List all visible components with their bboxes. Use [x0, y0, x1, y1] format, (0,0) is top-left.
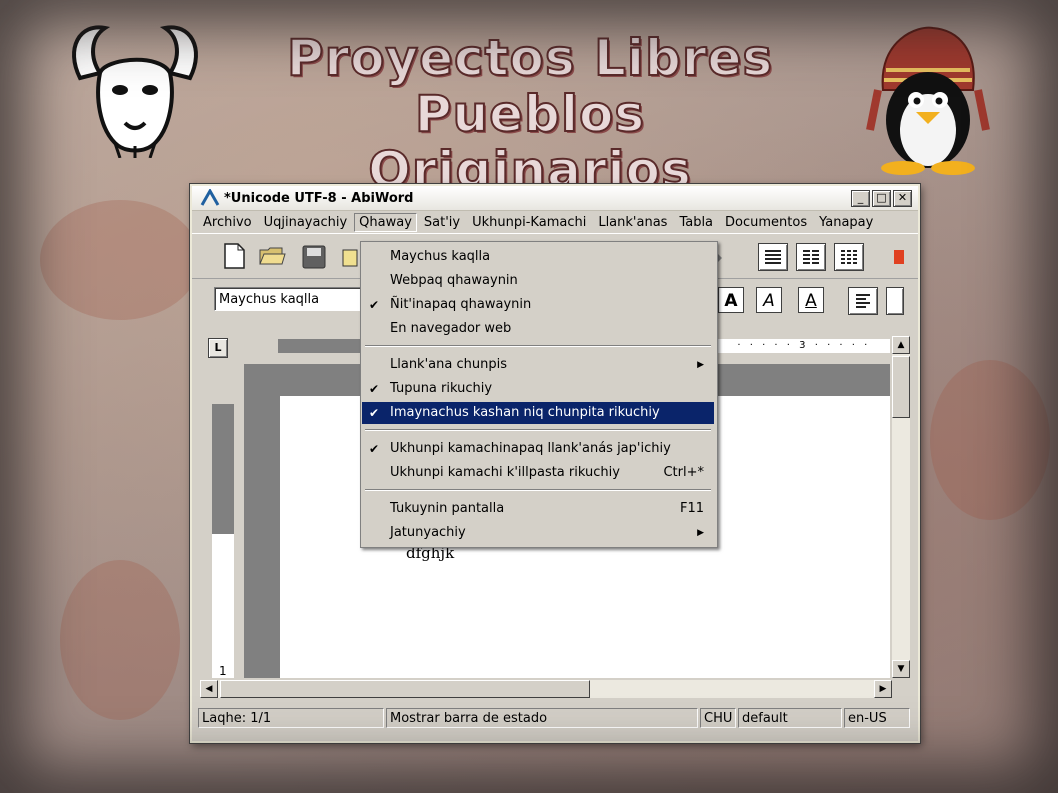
- submenu-arrow-icon: ▶: [697, 360, 704, 370]
- menu-item-maychus-kaqlla[interactable]: Maychus kaqlla: [362, 246, 714, 268]
- menu-item-status-bar[interactable]: ✔ Imaynachus kashan niq chunpita rikuchi…: [362, 402, 714, 424]
- menu-archivo[interactable]: Archivo: [198, 213, 257, 232]
- ruler-marks: · · · · ·: [814, 340, 871, 351]
- three-columns-icon[interactable]: [834, 243, 864, 271]
- menu-item-llankana-chunpis[interactable]: Llank'ana chunpis ▶: [362, 354, 714, 376]
- menu-item-tupuna-rikuchiy[interactable]: ✔ Tupuna rikuchiy: [362, 378, 714, 400]
- menu-bar: Archivo Uqjinayachiy Qhaway Sat'iy Ukhun…: [192, 211, 918, 234]
- check-icon: ✔: [369, 382, 380, 396]
- menu-qhaway[interactable]: Qhaway: [354, 212, 417, 232]
- tux-chullo-logo: [866, 26, 990, 175]
- status-bar: Laqhe: 1/1 Mostrar barra de estado CHU d…: [198, 708, 912, 730]
- underline-button[interactable]: A: [798, 287, 824, 313]
- rock-art-stain: [930, 360, 1050, 520]
- menu-item-ukhunpi-kamachi[interactable]: Ukhunpi kamachi k'illpasta rikuchiy Ctrl…: [362, 462, 714, 484]
- menu-item-tukuynin-pantalla[interactable]: Tukuynin pantalla F11: [362, 498, 714, 520]
- italic-button[interactable]: A: [756, 287, 782, 313]
- menu-separator: [365, 489, 711, 491]
- status-message: Mostrar barra de estado: [386, 708, 698, 728]
- window-title: *Unicode UTF-8 - AbiWord: [224, 190, 414, 206]
- scroll-down-button[interactable]: ▼: [892, 660, 910, 678]
- shortcut-label: Ctrl+*: [663, 465, 704, 480]
- menu-llankanas[interactable]: Llank'anas: [593, 213, 672, 232]
- two-columns-icon[interactable]: [796, 243, 826, 271]
- menu-separator: [365, 345, 711, 347]
- menu-satiy[interactable]: Sat'iy: [419, 213, 465, 232]
- status-page: Laqhe: 1/1: [198, 708, 384, 728]
- vertical-ruler-margin: [212, 404, 234, 534]
- menu-yanapay[interactable]: Yanapay: [814, 213, 878, 232]
- menu-uqjinayachiy[interactable]: Uqjinayachiy: [259, 213, 353, 232]
- save-icon[interactable]: [300, 243, 328, 271]
- bold-button[interactable]: A: [718, 287, 744, 313]
- ruler-mid: 3: [799, 340, 809, 351]
- menu-item-ukhunpi-toolbar[interactable]: ✔ Ukhunpi kamachinapaq llank'anás jap'ic…: [362, 438, 714, 460]
- check-icon: ✔: [369, 442, 380, 456]
- status-mode: CHU: [700, 708, 736, 728]
- open-folder-icon[interactable]: [258, 242, 286, 270]
- ruler-marks: · · · · ·: [737, 340, 793, 351]
- abiword-icon: [200, 189, 220, 206]
- print-icon[interactable]: [342, 244, 358, 272]
- qhaway-dropdown-menu: Maychus kaqlla Webpaq qhawaynin ✔ Ñit'in…: [360, 241, 718, 548]
- slide-title: Proyectos Libres Pueblos Originarios: [250, 29, 810, 199]
- menu-separator: [365, 429, 711, 431]
- menu-tabla[interactable]: Tabla: [674, 213, 718, 232]
- check-icon: ✔: [369, 298, 380, 312]
- normal-layout-icon[interactable]: [758, 243, 788, 271]
- menu-documentos[interactable]: Documentos: [720, 213, 812, 232]
- vertical-scrollbar[interactable]: ▲ ▼: [892, 336, 910, 678]
- check-icon: ✔: [369, 406, 380, 420]
- align-left-icon[interactable]: [848, 287, 878, 315]
- hscroll-thumb[interactable]: [220, 680, 590, 698]
- rock-art-stain: [40, 200, 200, 320]
- scroll-left-button[interactable]: ◀: [200, 680, 218, 698]
- menu-item-jatunyachiy[interactable]: Jatunyachiy ▶: [362, 522, 714, 544]
- vertical-ruler-mark: 1: [219, 664, 227, 678]
- tab-stop-selector[interactable]: L: [208, 338, 228, 358]
- scroll-right-button[interactable]: ▶: [874, 680, 892, 698]
- gnu-head-logo: [72, 25, 198, 158]
- horizontal-scrollbar[interactable]: ◀ ▶: [200, 680, 892, 698]
- slide-title-line2: Pueblos Originarios: [367, 85, 692, 199]
- status-style: default: [738, 708, 842, 728]
- minimize-button[interactable]: _: [851, 189, 870, 207]
- maximize-button[interactable]: □: [872, 189, 891, 207]
- new-document-icon[interactable]: [220, 242, 248, 270]
- submenu-arrow-icon: ▶: [697, 528, 704, 538]
- close-button[interactable]: ✕: [893, 189, 912, 207]
- scroll-thumb[interactable]: [892, 356, 910, 418]
- shortcut-label: F11: [679, 501, 704, 516]
- menu-item-webpaq-qhawaynin[interactable]: Webpaq qhawaynin: [362, 270, 714, 292]
- slide-title-line1: Proyectos Libres: [286, 29, 774, 87]
- scroll-up-button[interactable]: ▲: [892, 336, 910, 354]
- menu-item-nitinapaq-qhawaynin[interactable]: ✔ Ñit'inapaq qhawaynin: [362, 294, 714, 316]
- style-combo[interactable]: Maychus kaqlla: [214, 287, 362, 311]
- ruler-margin: [278, 339, 366, 353]
- title-bar: *Unicode UTF-8 - AbiWord _ □ ✕: [192, 186, 918, 211]
- status-lang: en-US: [844, 708, 910, 728]
- menu-item-en-navegador-web[interactable]: En navegador web: [362, 318, 714, 340]
- menu-ukhunpi-kamachi[interactable]: Ukhunpi-Kamachi: [467, 213, 591, 232]
- rock-art-stain: [60, 560, 180, 720]
- color-icon[interactable]: [892, 246, 906, 274]
- align-center-icon[interactable]: [886, 287, 904, 315]
